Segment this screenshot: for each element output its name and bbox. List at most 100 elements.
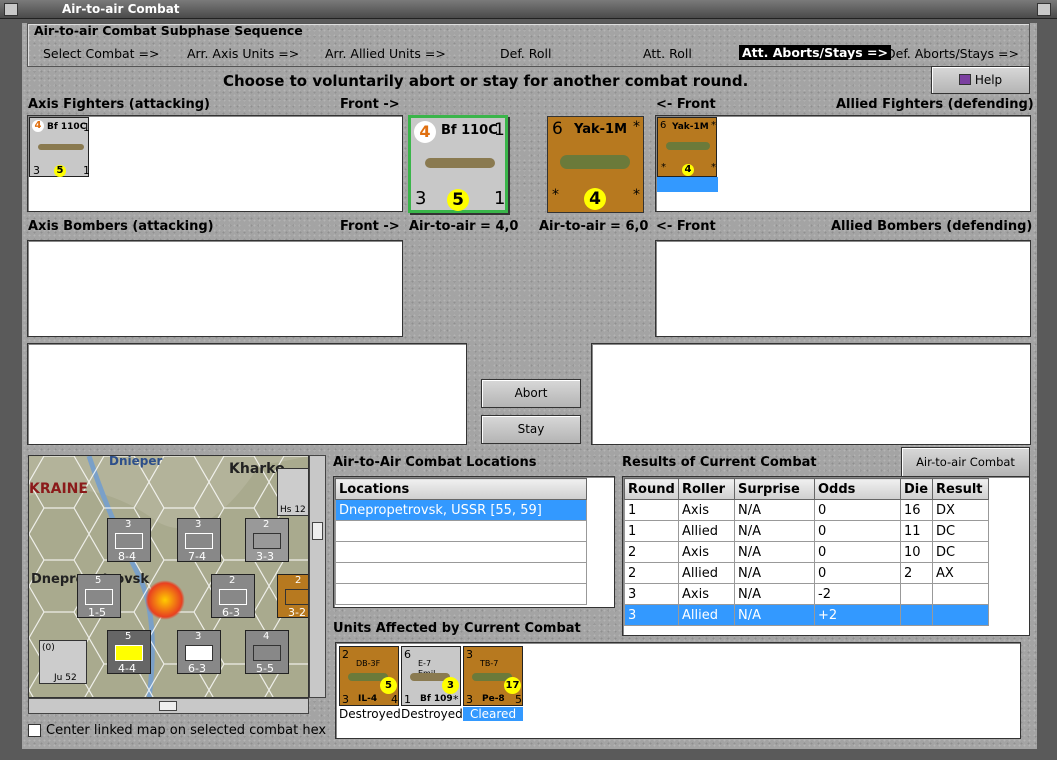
map-unit[interactable]: 3 7-4 xyxy=(177,518,221,563)
linked-map[interactable]: Dnieper Kharko KRAINE Dnepropetrovsk 38-… xyxy=(28,455,309,698)
allied-counter-bl: * xyxy=(552,187,559,203)
small-axis-bm: 5 xyxy=(54,165,66,177)
results-cell: 10 xyxy=(900,541,933,563)
allied-bombers-panel[interactable] xyxy=(655,240,1031,337)
combat-marker-icon[interactable] xyxy=(145,580,185,620)
results-row[interactable]: 2 Axis N/A 0 10 DC xyxy=(624,541,989,563)
allied-plane-icon xyxy=(560,155,630,169)
map-unit[interactable]: 4 5-5 xyxy=(245,630,289,675)
results-header-result[interactable]: Result xyxy=(932,478,989,500)
allied-fighter-small-counter[interactable]: 6 Yak-1M * * 4 * xyxy=(657,117,717,177)
abort-button[interactable]: Abort xyxy=(481,379,581,408)
system-menu-button[interactable] xyxy=(4,3,18,16)
air-combat-chart-button[interactable]: Air-to-air Combat Chart xyxy=(901,447,1030,497)
allied-bombers-label: Allied Bombers (defending) xyxy=(831,219,1033,234)
affected-unit-br: 4 xyxy=(391,693,398,706)
affected-unit-status: Cleared xyxy=(463,707,523,721)
center-map-label: Center linked map on selected combat hex xyxy=(46,723,327,738)
map-air-unit-ju52[interactable]: (0) Ju 52 xyxy=(39,640,87,684)
map-unit[interactable]: 2 3-3 xyxy=(245,518,289,563)
results-cell: Axis xyxy=(678,499,735,521)
axis-front-counter[interactable]: 4 Bf 110C 1 3 5 1 xyxy=(408,115,508,213)
results-row[interactable]: 3 Axis N/A -2 xyxy=(624,583,989,605)
small-axis-br: 1 xyxy=(83,164,90,177)
locations-title: Air-to-Air Combat Locations xyxy=(333,455,537,470)
results-cell: 0 xyxy=(814,520,901,542)
axis-bombers-label: Axis Bombers (attacking) xyxy=(28,219,214,234)
small-allied-br: * xyxy=(711,162,716,173)
sequence-title: Air-to-air Combat Subphase Sequence xyxy=(34,23,303,38)
results-row[interactable]: 2 Allied N/A 0 2 AX xyxy=(624,562,989,584)
results-header-surprise[interactable]: Surprise xyxy=(734,478,815,500)
help-label: Help xyxy=(974,73,1003,87)
results-header-roller[interactable]: Roller xyxy=(678,478,735,500)
allied-info-panel xyxy=(591,343,1031,445)
step-def-aborts-stays: Def. Aborts/Stays => xyxy=(886,46,1019,61)
results-cell: 11 xyxy=(900,520,933,542)
allied-airtoair-value: Air-to-air = 6,0 xyxy=(539,219,649,234)
axis-fighters-label: Axis Fighters (attacking) xyxy=(28,97,210,112)
results-cell: 1 xyxy=(624,520,679,542)
help-button[interactable]: Help xyxy=(931,66,1030,94)
map-unit[interactable]: 3 6-3 xyxy=(177,630,221,675)
map-hscroll-thumb[interactable] xyxy=(159,701,177,711)
stay-button[interactable]: Stay xyxy=(481,415,581,444)
allied-fighters-label: Allied Fighters (defending) xyxy=(836,97,1034,112)
infantry-icon xyxy=(219,589,247,605)
results-cell xyxy=(900,604,933,626)
step-def-roll: Def. Roll xyxy=(500,46,552,61)
results-table-panel[interactable]: Round Roller Surprise Odds Die Result 1 Axis N/… xyxy=(622,476,1030,636)
affected-units-panel[interactable]: 2DB-3F3IL-445Destroyed6E-7Emil1Bf 109*3D… xyxy=(335,642,1021,739)
affected-unit-br: 5 xyxy=(515,693,522,706)
affected-unit-name: Pe-8 xyxy=(482,694,505,704)
help-book-icon xyxy=(958,74,971,85)
results-cell: 3 xyxy=(624,604,679,626)
step-arr-allied: Arr. Allied Units => xyxy=(325,46,446,61)
results-cell xyxy=(932,583,989,605)
results-cell xyxy=(932,604,989,626)
axis-counter-attack: 4 xyxy=(414,121,436,143)
axis-counter-bl: 3 xyxy=(415,188,427,209)
results-row[interactable]: 1 Axis N/A 0 16 DX xyxy=(624,499,989,521)
affected-unit-sub: DB-3F xyxy=(356,659,381,668)
axis-counter-name: Bf 110C xyxy=(441,123,498,138)
map-vertical-scrollbar[interactable] xyxy=(309,455,326,698)
close-button[interactable] xyxy=(1037,3,1051,16)
affected-unit-status: Destroyed xyxy=(401,707,463,721)
affected-unit-value: 5 xyxy=(380,677,397,694)
axis-counter-br: 1 xyxy=(494,188,506,209)
map-unit[interactable]: 3 8-4 xyxy=(107,518,151,563)
mountain-icon xyxy=(285,589,308,605)
affected-title: Units Affected by Current Combat xyxy=(333,621,581,636)
results-header-round[interactable]: Round xyxy=(624,478,679,500)
results-header-odds[interactable]: Odds xyxy=(814,478,901,500)
allied-selected-bar xyxy=(657,177,718,192)
affected-unit-name: IL-4 xyxy=(358,694,378,704)
map-unit[interactable]: 5 1-5 xyxy=(77,574,121,619)
results-cell: Allied xyxy=(678,604,735,626)
map-unit[interactable]: 2 3-2 xyxy=(277,574,308,619)
map-unit[interactable]: 5 4-4 xyxy=(107,630,151,675)
results-row[interactable]: 1 Allied N/A 0 11 DC xyxy=(624,520,989,542)
map-air-unit-hs[interactable]: Hs 12 xyxy=(277,468,308,516)
instruction-text: Choose to voluntarily abort or stay for … xyxy=(223,72,749,90)
axis-fighter-small-counter[interactable]: 4 Bf 110C 1 3 5 1 xyxy=(29,117,90,177)
results-header-die[interactable]: Die xyxy=(900,478,933,500)
small-axis-name: Bf 110C xyxy=(47,122,87,132)
map-horizontal-scrollbar[interactable] xyxy=(28,698,309,714)
locations-list[interactable]: Locations Dnepropetrovsk, USSR [55, 59] xyxy=(333,476,615,608)
step-att-roll: Att. Roll xyxy=(643,46,692,61)
results-row[interactable]: 3 Allied N/A +2 xyxy=(624,604,989,626)
allied-front-counter[interactable]: 6 Yak-1M * * 4 * xyxy=(547,116,644,213)
center-map-checkbox[interactable] xyxy=(28,724,41,737)
axis-bombers-panel[interactable] xyxy=(27,240,403,337)
mountain-icon xyxy=(185,645,213,661)
location-row[interactable]: Dnepropetrovsk, USSR [55, 59] xyxy=(335,499,587,521)
affected-unit-bl: 3 xyxy=(342,693,349,706)
map-vscroll-thumb[interactable] xyxy=(312,522,323,540)
axis-counter-tr: 1 xyxy=(494,120,505,140)
title-bar[interactable]: Air-to-air Combat xyxy=(0,0,1057,19)
results-cell xyxy=(900,583,933,605)
map-unit[interactable]: 2 6-3 xyxy=(211,574,255,619)
axis-plane-icon xyxy=(425,158,495,168)
